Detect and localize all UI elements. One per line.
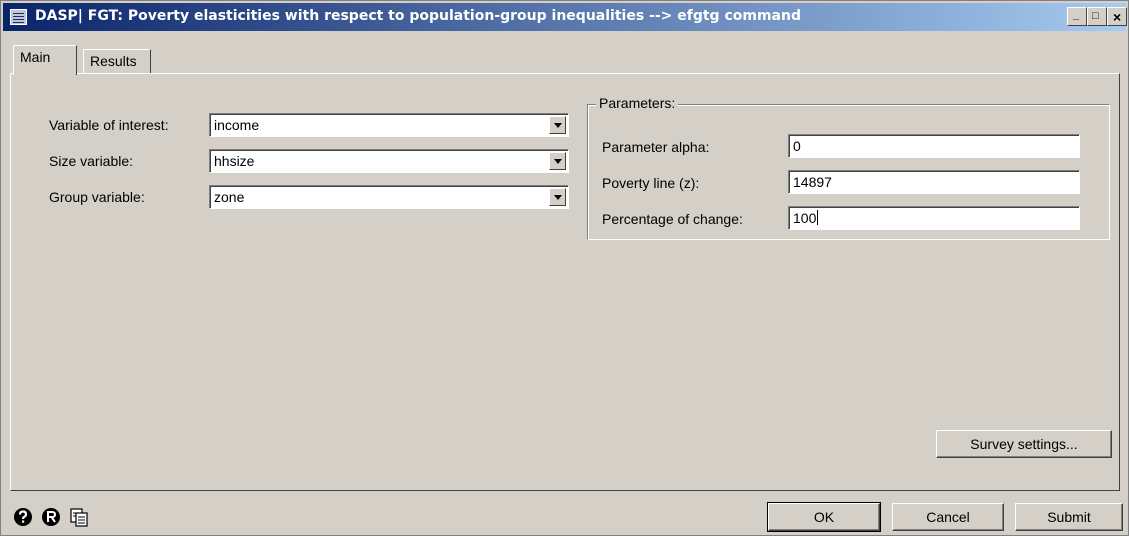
close-button[interactable]: × [1107, 7, 1127, 26]
variable-of-interest-combo[interactable]: income [209, 113, 569, 137]
size-variable-value: hhsize [214, 153, 255, 169]
survey-settings-button[interactable]: Survey settings... [936, 430, 1112, 458]
help-icon[interactable] [13, 507, 33, 527]
percentage-change-value-wrap: 100 [793, 210, 819, 226]
parameter-alpha-input[interactable]: 0 [788, 134, 1080, 158]
poverty-line-input[interactable]: 14897 [788, 170, 1080, 194]
submit-button[interactable]: Submit [1015, 503, 1123, 531]
text-caret [817, 210, 819, 225]
parameter-alpha-value: 0 [793, 138, 801, 154]
window-menu-icon[interactable] [10, 9, 27, 25]
percentage-change-value: 100 [793, 210, 817, 226]
close-icon: × [1113, 9, 1122, 25]
group-variable-label: Group variable: [49, 189, 145, 205]
variable-of-interest-label: Variable of interest: [49, 117, 169, 133]
variable-of-interest-value: income [214, 117, 260, 133]
percentage-change-input[interactable]: 100 [788, 206, 1080, 230]
size-variable-label: Size variable: [49, 153, 134, 169]
minimize-button[interactable]: _ [1067, 7, 1087, 26]
group-variable-value: zone [214, 189, 245, 205]
cancel-button[interactable]: Cancel [892, 503, 1004, 531]
minimize-icon: _ [1073, 9, 1080, 21]
maximize-button[interactable]: □ [1087, 7, 1107, 26]
tab-main[interactable]: Main [13, 45, 77, 75]
size-variable-combo[interactable]: hhsize [209, 149, 569, 173]
copy-icon[interactable] [69, 507, 89, 527]
parameters-group-title: Parameters: [596, 95, 679, 111]
parameter-alpha-label: Parameter alpha: [602, 139, 710, 155]
window-title: DASP| FGT: Poverty elasticities with res… [35, 8, 801, 24]
tab-results[interactable]: Results [83, 49, 151, 74]
poverty-line-label: Poverty line (z): [602, 175, 700, 191]
chevron-down-icon[interactable] [549, 152, 566, 170]
dialog-window: DASP| FGT: Poverty elasticities with res… [0, 0, 1129, 536]
chevron-down-icon[interactable] [549, 188, 566, 206]
title-bar[interactable]: DASP| FGT: Poverty elasticities with res… [3, 3, 1127, 31]
ok-button[interactable]: OK [767, 502, 881, 532]
poverty-line-value: 14897 [793, 174, 832, 190]
group-variable-combo[interactable]: zone [209, 185, 569, 209]
maximize-icon: □ [1092, 10, 1099, 22]
percentage-change-label: Percentage of change: [602, 211, 743, 227]
r-icon[interactable] [41, 507, 61, 527]
chevron-down-icon[interactable] [549, 116, 566, 134]
